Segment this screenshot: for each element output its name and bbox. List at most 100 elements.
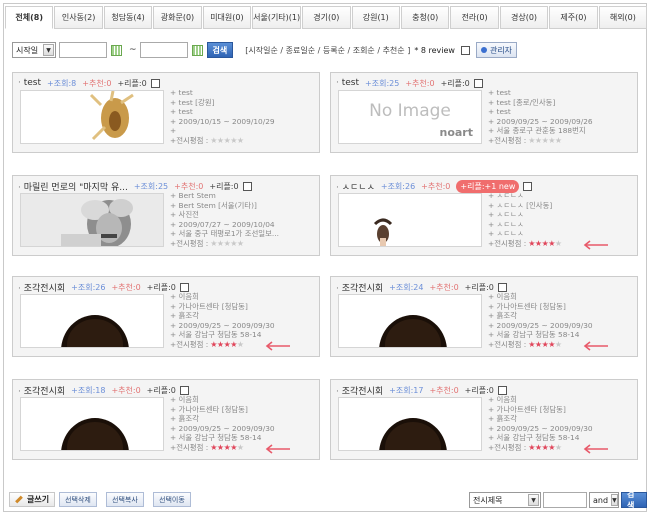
tab-3[interactable]: 광화문(0) xyxy=(153,6,202,29)
exhibition-thumbnail[interactable] xyxy=(338,397,482,451)
exhibition-thumbnail[interactable] xyxy=(338,294,482,348)
tab-11[interactable]: 제주(0) xyxy=(549,6,598,29)
exhibition-card[interactable]: 조각전시회 +조회:18 +추천:0 +리플:0+ 이음희+ 가나아트센타 [청담동]… xyxy=(12,379,320,460)
card-select-checkbox[interactable] xyxy=(242,181,252,191)
admin-button[interactable]: 관리자 xyxy=(475,42,518,58)
tab-12[interactable]: 해외(0) xyxy=(598,6,648,29)
tab-2[interactable]: 청담동(4) xyxy=(103,6,153,29)
info-line: + test [종로/인사동] xyxy=(488,97,556,107)
card-title[interactable]: 마릴린 먼로의 "마지막 유... xyxy=(18,180,128,193)
date-search-button[interactable]: 검색 xyxy=(206,42,234,58)
search-field-select[interactable]: 전시제목 ▼ xyxy=(469,492,541,508)
info-line: + 사진전 xyxy=(170,210,199,220)
exhibition-card[interactable]: 마릴린 먼로의 "마지막 유...+조회:25+추천:0+리플:0+ Bert … xyxy=(12,175,320,256)
exhibition-thumbnail[interactable] xyxy=(20,90,164,144)
star-rating: ★★★★★ xyxy=(528,238,562,248)
tab-4[interactable]: 미대원(0) xyxy=(202,6,252,29)
tab-7[interactable]: 강원(1) xyxy=(351,6,400,29)
info-line: + 흙조각 xyxy=(488,414,517,424)
exhibition-card[interactable]: 조각전시회 +조회:26 +추천:0 +리플:0+ 이음희+ 가나아트센타 [청담동]… xyxy=(12,276,320,357)
board-frame: 전체(8) 인사동(2) 청담동(4) 광화문(0) 미대원(0) 서울(기타)(1) 경기… xyxy=(3,3,648,512)
sort-options[interactable]: [시작일순 / 종료일순 / 등록순 / 조회순 / 추천순 ] xyxy=(245,45,410,56)
card-select-checkbox[interactable] xyxy=(179,282,189,292)
recommend-count: +추천:0 xyxy=(174,181,204,191)
star-rating: ★★★★★ xyxy=(528,135,562,145)
search-logic-select[interactable]: and ▼ xyxy=(589,492,619,508)
no-image-label: No Image xyxy=(369,101,451,121)
search-keyword-input[interactable] xyxy=(543,492,587,508)
arrow-left-icon xyxy=(265,341,290,351)
card-select-checkbox[interactable] xyxy=(497,385,507,395)
exhibition-thumbnail[interactable] xyxy=(20,193,164,247)
tab-5[interactable]: 서울(기타)(1) xyxy=(252,6,302,29)
info-line: + 2009/10/15 ~ 2009/10/29 xyxy=(170,116,275,126)
card-title[interactable]: 조각전시회 xyxy=(18,384,65,397)
date-type-select[interactable]: 시작일 ▼ xyxy=(12,42,56,58)
date-range-tilde: ~ xyxy=(129,45,137,55)
exhibition-thumbnail[interactable] xyxy=(20,397,164,451)
card-select-checkbox[interactable] xyxy=(497,282,507,292)
exhibition-card[interactable]: 조각전시회 +조회:17 +추천:0 +리플:0+ 이음희+ 가나아트센타 [청담동]… xyxy=(330,379,638,460)
calendar-icon[interactable] xyxy=(111,44,122,56)
tab-9[interactable]: 전라(0) xyxy=(450,6,499,29)
info-line: + ㅅㄷㄴㅅ xyxy=(488,229,524,239)
calendar-icon[interactable] xyxy=(191,44,203,56)
info-line: + 2009/09/25 ~ 2009/09/30 xyxy=(170,423,275,433)
tab-0[interactable]: 전체(8) xyxy=(5,6,54,29)
info-line: + 2009/09/25 ~ 2009/09/30 xyxy=(488,320,593,330)
card-select-checkbox[interactable] xyxy=(179,385,189,395)
info-line: + 이음희 xyxy=(488,395,517,404)
info-line: + 흙조각 xyxy=(488,311,517,321)
write-button[interactable]: 글쓰기 xyxy=(9,492,56,507)
view-count: +조회:25 xyxy=(365,78,400,88)
card-title[interactable]: test xyxy=(18,78,41,88)
exhibition-card[interactable]: 조각전시회 +조회:24 +추천:0 +리플:0+ 이음희+ 가나아트센타 [청담동]… xyxy=(330,276,638,357)
card-select-checkbox[interactable] xyxy=(473,78,483,88)
card-info: + 이음희 + 가나아트센타 [청담동] + 흙조각 + 2009/09/25 ~ 2… xyxy=(170,395,318,453)
tab-10[interactable]: 경상(0) xyxy=(499,6,549,29)
reply-count: +리플:0 xyxy=(146,282,176,292)
reply-count: +리플:0 xyxy=(117,78,147,88)
tab-8[interactable]: 충청(0) xyxy=(400,6,450,29)
card-title[interactable]: ㅅㄷㄴㅅ xyxy=(336,180,375,193)
card-title[interactable]: test xyxy=(336,78,359,88)
exhibition-card[interactable]: test+조회:8+추천:0+리플:0+ test+ test [강원]+ te… xyxy=(12,72,320,153)
start-date-input[interactable] xyxy=(59,42,107,58)
recommend-count: +추천:0 xyxy=(405,78,435,88)
exhibition-thumbnail[interactable]: No Image noart xyxy=(338,90,482,144)
move-selected-button[interactable]: 선택이동 xyxy=(153,492,191,507)
rating-label: +전시평점 : xyxy=(488,339,527,349)
info-line: + 서울 강남구 청담동 58-14 xyxy=(170,433,262,443)
arrow-left-icon xyxy=(583,240,608,250)
select-all-checkbox[interactable] xyxy=(460,45,470,55)
view-count: +조회:26 xyxy=(71,282,106,292)
search-field-value: 전시제목 xyxy=(473,495,503,505)
card-select-checkbox[interactable] xyxy=(523,181,533,191)
search-button[interactable]: 검색 xyxy=(621,490,647,510)
info-line: + test xyxy=(170,88,193,97)
exhibition-thumbnail[interactable] xyxy=(20,294,164,348)
tab-1[interactable]: 인사동(2) xyxy=(54,6,103,29)
exhibition-card[interactable]: ㅅㄷㄴㅅ+조회:26+추천:0+리플:+1 new+ ㅅㄷㄴㅅ+ ㅅㄷㄴㅅ [인… xyxy=(330,175,638,256)
tab-6[interactable]: 경기(0) xyxy=(302,6,351,29)
info-line: + 가나아트센타 [청담동] xyxy=(170,404,248,414)
rating-label: +전시평점 : xyxy=(170,339,209,349)
rating-label: +전시평점 : xyxy=(170,238,209,248)
card-title[interactable]: 조각전시회 xyxy=(18,281,65,294)
info-line: + 2009/09/25 ~ 2009/09/30 xyxy=(170,320,275,330)
delete-selected-button[interactable]: 선택삭제 xyxy=(59,492,97,507)
chevron-down-icon: ▼ xyxy=(611,494,618,506)
exhibition-thumbnail[interactable] xyxy=(338,193,482,247)
review-count: * 8 review xyxy=(414,45,455,55)
card-select-checkbox[interactable] xyxy=(150,78,160,88)
rating-row: +전시평점 : ★★★★★ xyxy=(170,340,318,350)
end-date-input[interactable] xyxy=(139,42,188,58)
exhibition-card[interactable]: test+조회:25+추천:0+리플:0No Imagenoart+ test+… xyxy=(330,72,638,153)
recommend-count: +추천:0 xyxy=(421,181,451,191)
card-title[interactable]: 조각전시회 xyxy=(336,384,383,397)
copy-selected-button[interactable]: 선택복사 xyxy=(106,492,144,507)
search-logic-value: and xyxy=(593,495,609,505)
filter-bar: 시작일 ▼ ~ 검색 [시작일순 / 종료일순 / 등록순 / 조회순 / 추천… xyxy=(12,41,518,59)
chevron-down-icon: ▼ xyxy=(528,494,539,506)
card-title[interactable]: 조각전시회 xyxy=(336,281,383,294)
